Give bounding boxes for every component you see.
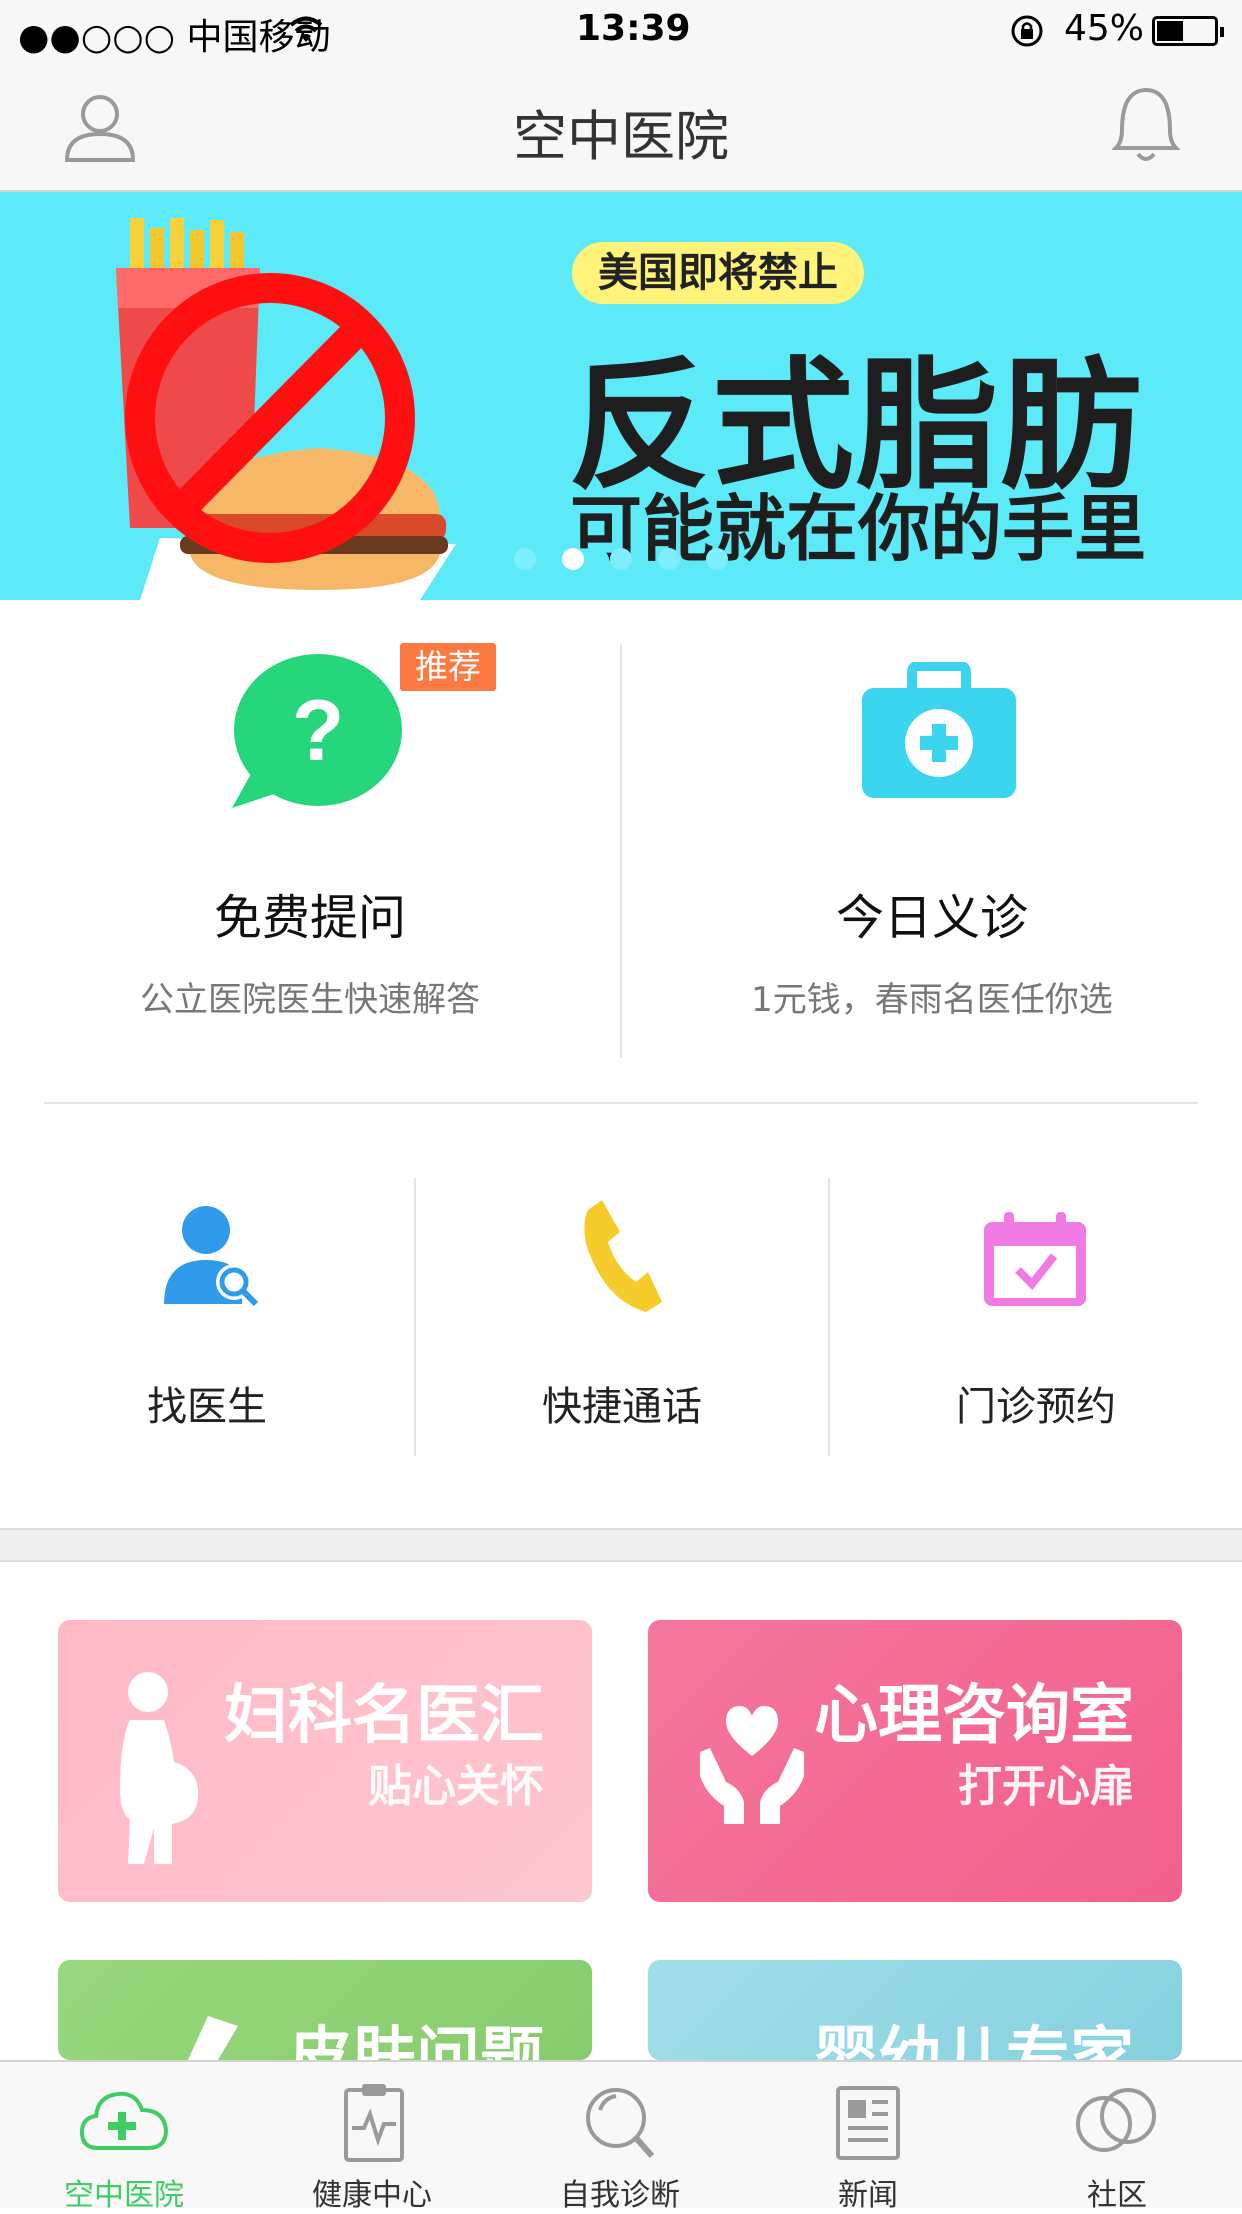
infant-tile[interactable]: 婴幼儿专家 xyxy=(648,1960,1182,2060)
infant-title: 婴幼儿专家 xyxy=(814,2021,1134,2060)
free-clinic-title: 今日义诊 xyxy=(835,890,1028,946)
page-dot[interactable] xyxy=(706,548,728,570)
calendar-check-icon xyxy=(984,1212,1086,1306)
tab-label: 社区 xyxy=(1087,2178,1147,2213)
heart-hands-icon xyxy=(700,1706,804,1824)
quick-call-label: 快捷通话 xyxy=(542,1384,702,1430)
appointment-button[interactable]: 门诊预约 xyxy=(830,1178,1242,1458)
svg-text:?: ? xyxy=(292,683,345,779)
dermatology-title: 皮肤问题 xyxy=(288,2021,544,2060)
section-gap xyxy=(0,1528,1242,1562)
bell-icon[interactable] xyxy=(1112,86,1180,166)
nav-bar: 空中医院 xyxy=(0,62,1242,192)
gynecology-title: 妇科名医汇 xyxy=(224,1679,544,1753)
tab-self-diagnosis[interactable]: 自我诊断 xyxy=(496,2062,744,2213)
psychology-subtitle: 打开心扉 xyxy=(958,1761,1134,1812)
wifi-icon xyxy=(289,16,323,42)
section-divider xyxy=(44,1102,1198,1104)
medical-kit-icon xyxy=(862,662,1016,798)
tab-bar: 空中医院 健康中心 自我诊断 新闻 社区 xyxy=(0,2060,1242,2213)
banned-fastfood-illustration xyxy=(116,218,456,600)
pregnant-woman-icon xyxy=(120,1672,199,1864)
clipboard-pulse-icon xyxy=(344,2084,404,2162)
free-clinic-card[interactable]: 今日义诊 1元钱，春雨名医任你选 xyxy=(622,600,1242,1100)
tab-air-hospital[interactable]: 空中医院 xyxy=(0,2062,248,2213)
phone-icon xyxy=(584,1200,662,1312)
question-bubble-icon: ? xyxy=(232,654,402,808)
tab-label: 空中医院 xyxy=(64,2178,184,2213)
doctor-search-icon xyxy=(164,1206,259,1306)
tab-health-center[interactable]: 健康中心 xyxy=(248,2062,496,2213)
page-title: 空中医院 xyxy=(513,105,729,168)
find-doctor-button[interactable]: 找医生 xyxy=(0,1178,414,1458)
quick-call-button[interactable]: 快捷通话 xyxy=(416,1178,828,1458)
dermatology-tile[interactable]: 皮肤问题 xyxy=(58,1960,592,2060)
carrier-label: ●●○○○ 中国移动 xyxy=(18,17,331,58)
free-question-title: 免费提问 xyxy=(213,890,406,946)
status-time: 13:39 xyxy=(576,8,691,49)
gynecology-tile[interactable]: 妇科名医汇 贴心关怀 xyxy=(58,1620,592,1902)
tab-community[interactable]: 社区 xyxy=(992,2062,1242,2213)
banner-page-indicator[interactable] xyxy=(514,548,728,572)
tab-news[interactable]: 新闻 xyxy=(744,2062,992,2213)
psychology-title: 心理咨询室 xyxy=(814,1679,1134,1753)
free-clinic-desc: 1元钱，春雨名医任你选 xyxy=(751,980,1113,1020)
tab-label: 健康中心 xyxy=(312,2178,432,2213)
newspaper-icon xyxy=(836,2086,900,2160)
free-question-card[interactable]: ? 免费提问 公立医院医生快速解答 xyxy=(0,600,620,1100)
recommend-badge: 推荐 xyxy=(400,643,496,691)
status-bar: ●●○○○ 中国移动 13:39 45% xyxy=(0,0,1242,62)
dermatology-icon xyxy=(188,2016,238,2060)
find-doctor-label: 找医生 xyxy=(147,1384,267,1430)
community-rings-icon xyxy=(1076,2088,1156,2152)
page-dot[interactable] xyxy=(514,548,536,570)
free-question-desc: 公立医院医生快速解答 xyxy=(140,980,480,1020)
rotation-lock-icon xyxy=(1011,15,1043,47)
banner-tag: 美国即将禁止 xyxy=(572,242,864,304)
tab-label: 新闻 xyxy=(838,2178,898,2213)
appointment-label: 门诊预约 xyxy=(956,1384,1116,1430)
tab-label: 自我诊断 xyxy=(560,2178,680,2213)
gynecology-subtitle: 贴心关怀 xyxy=(368,1761,544,1812)
page-dot[interactable] xyxy=(658,548,680,570)
promo-banner[interactable]: 美国即将禁止 反式脂肪 可能就在你的手里 xyxy=(0,192,1242,600)
magnifier-icon xyxy=(586,2088,655,2158)
battery-icon xyxy=(1152,16,1224,46)
page-dot[interactable] xyxy=(610,548,632,570)
battery-percent: 45% xyxy=(1064,8,1145,49)
psychology-tile[interactable]: 心理咨询室 打开心扉 xyxy=(648,1620,1182,1902)
cloud-plus-icon xyxy=(79,2091,169,2150)
page-dot-active[interactable] xyxy=(562,548,584,570)
